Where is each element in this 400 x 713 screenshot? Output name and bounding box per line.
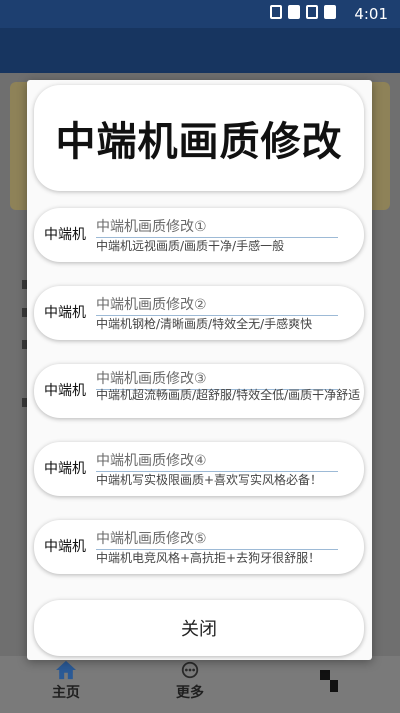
nav-more-label: 更多 <box>176 685 204 701</box>
option-4[interactable]: 中端机 中端机画质修改④ 中端机写实极限画质+喜欢写实风格必备！ <box>34 442 364 496</box>
option-label: 中端机 <box>44 227 86 243</box>
app-header <box>0 28 400 73</box>
nav-more[interactable]: 更多 <box>150 660 230 702</box>
option-description: 中端机远视画质/画质干净/手感一般 <box>96 239 285 253</box>
dialog-title-card: 中端机画质修改 <box>34 85 364 191</box>
nav-third-icon[interactable] <box>320 670 330 680</box>
more-icon <box>181 661 199 679</box>
option-description: 中端机超流畅画质/超舒服/特效全低/画质干净舒适 <box>96 388 361 402</box>
option-label: 中端机 <box>44 383 86 399</box>
option-description: 中端机电竞风格+高抗拒+去狗牙很舒服！ <box>96 551 321 565</box>
home-icon <box>56 660 76 680</box>
status-bar: 4:01 <box>0 0 400 28</box>
status-time: 4:01 <box>354 5 388 23</box>
nav-home-label: 主页 <box>52 685 80 701</box>
battery-icon <box>288 5 300 19</box>
quality-dialog: 中端机画质修改 中端机 中端机画质修改① 中端机远视画质/画质干净/手感一般 中… <box>27 80 372 660</box>
close-button[interactable]: 关闭 <box>34 600 364 656</box>
option-label: 中端机 <box>44 305 86 321</box>
option-description: 中端机写实极限画质+喜欢写实风格必备！ <box>96 473 323 487</box>
signal-icon <box>270 5 282 19</box>
option-description: 中端机钢枪/清晰画质/特效全无/手感爽快 <box>96 317 313 331</box>
nav-home[interactable]: 主页 <box>26 660 106 702</box>
option-label: 中端机 <box>44 461 86 477</box>
option-label: 中端机 <box>44 539 86 555</box>
option-2[interactable]: 中端机 中端机画质修改② 中端机钢枪/清晰画质/特效全无/手感爽快 <box>34 286 364 340</box>
option-name: 中端机画质修改① <box>96 216 338 238</box>
option-3[interactable]: 中端机 中端机画质修改③ 中端机超流畅画质/超舒服/特效全低/画质干净舒适 <box>34 364 364 418</box>
option-1[interactable]: 中端机 中端机画质修改① 中端机远视画质/画质干净/手感一般 <box>34 208 364 262</box>
option-name: 中端机画质修改② <box>96 294 338 316</box>
dialog-title: 中端机画质修改 <box>55 118 343 165</box>
option-5[interactable]: 中端机 中端机画质修改⑤ 中端机电竞风格+高抗拒+去狗牙很舒服！ <box>34 520 364 574</box>
option-name: 中端机画质修改⑤ <box>96 528 338 550</box>
bottom-navigation: 主页 更多 <box>0 656 400 713</box>
wifi-icon <box>306 5 318 19</box>
option-name: 中端机画质修改④ <box>96 450 338 472</box>
nav-third-icon-fragment <box>330 680 338 692</box>
status-icons <box>270 5 336 19</box>
notification-icon <box>324 5 336 19</box>
